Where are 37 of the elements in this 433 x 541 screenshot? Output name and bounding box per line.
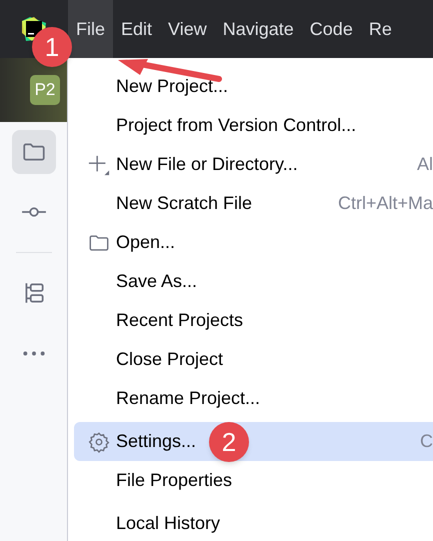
menu-item[interactable]: File Properties xyxy=(74,461,433,500)
shortcut-text: Ctrl+Alt+Ma xyxy=(338,192,433,215)
menu-item-label: Close Project xyxy=(116,348,224,371)
menu-item-label: New Scratch File xyxy=(116,192,252,215)
menu-item[interactable]: Save As... xyxy=(74,262,433,301)
menu-item-label: Recent Projects xyxy=(116,309,244,332)
menu-item[interactable]: Local History xyxy=(74,504,433,541)
menu-bar-item[interactable]: File xyxy=(68,0,114,58)
menu-item-label: Settings... xyxy=(116,430,196,453)
menu-item-label: Rename Project... xyxy=(116,387,260,410)
tool-window-button[interactable] xyxy=(12,130,56,174)
menu-item-label: New Project... xyxy=(116,75,228,98)
menu-item[interactable]: New Scratch File Ctrl+Alt+Ma xyxy=(74,184,433,223)
menu-item[interactable]: New Project... xyxy=(74,67,433,106)
menu-bar-item[interactable]: Code xyxy=(302,0,361,58)
menu-item-label: Save As... xyxy=(116,270,198,293)
menu-item[interactable]: New File or Directory... Al xyxy=(74,145,433,184)
menu-item[interactable]: Project from Version Control... xyxy=(74,106,433,145)
shortcut-text: C xyxy=(420,430,433,453)
menu-item-label: Project from Version Control... xyxy=(116,114,356,137)
menu-item[interactable]: Close Project xyxy=(74,340,433,379)
menu-bar-item[interactable]: Edit xyxy=(113,0,160,58)
project-badge: P2 xyxy=(30,75,60,105)
menu-bar-item[interactable]: Re xyxy=(360,0,400,58)
shortcut-text: Al xyxy=(416,153,433,176)
menu-bar-item[interactable]: Navigate xyxy=(214,0,302,58)
menu-item[interactable]: Rename Project... xyxy=(74,379,433,418)
settings-icon xyxy=(88,430,110,452)
menu-item-label: New File or Directory... xyxy=(116,153,298,176)
menu-bar-item[interactable]: View xyxy=(160,0,215,58)
menu-item-label: Open... xyxy=(116,231,176,254)
plus-icon xyxy=(88,154,110,176)
menu-item-label: Local History xyxy=(116,512,220,535)
menu-item[interactable]: Recent Projects xyxy=(74,301,433,340)
menu-item[interactable]: Open... xyxy=(74,223,433,262)
menu-item-label: File Properties xyxy=(116,469,232,492)
more-icon xyxy=(20,350,46,356)
